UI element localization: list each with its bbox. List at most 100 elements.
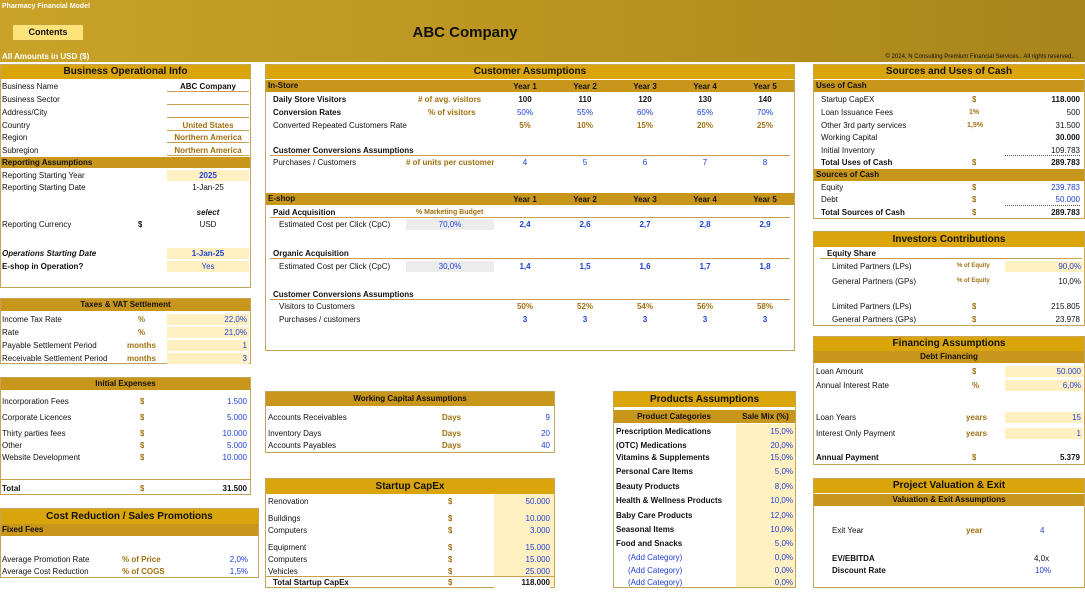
exit-year-field[interactable]: 4 bbox=[1040, 525, 1044, 536]
paid-cpc-y5[interactable]: 2,9 bbox=[743, 219, 787, 230]
purchases-y2[interactable]: 5 bbox=[563, 157, 607, 168]
vat-rate-field[interactable]: 21,0% bbox=[167, 327, 249, 338]
third-party-fees-field[interactable]: 10.000 bbox=[167, 428, 247, 439]
conversion-y4[interactable]: 65% bbox=[683, 107, 727, 118]
paid-cpc-y2[interactable]: 2,6 bbox=[563, 219, 607, 230]
paid-cpc-y1[interactable]: 2,4 bbox=[503, 219, 547, 230]
sale-mix-field[interactable]: 5,0% bbox=[736, 538, 793, 549]
repeat-rate-y2[interactable]: 10% bbox=[563, 120, 607, 131]
inventory-days-field[interactable]: 20 bbox=[500, 428, 550, 439]
sale-mix-field[interactable]: 0,0% bbox=[736, 552, 793, 563]
organic-share-field[interactable]: 30,0% bbox=[406, 261, 494, 272]
repeat-rate-y1[interactable]: 5% bbox=[503, 120, 547, 131]
repeat-rate-y5[interactable]: 25% bbox=[743, 120, 787, 131]
other-fees-field[interactable]: 5.000 bbox=[167, 440, 247, 451]
purchases-y3[interactable]: 6 bbox=[623, 157, 667, 168]
purchases-y1[interactable]: 4 bbox=[503, 157, 547, 168]
organic-cpc-y2[interactable]: 1,5 bbox=[563, 261, 607, 272]
address-field[interactable] bbox=[167, 107, 249, 118]
renovation-field[interactable]: 50.000 bbox=[494, 496, 550, 507]
loan-years-field[interactable]: 15 bbox=[1005, 412, 1083, 423]
visitors-y1[interactable]: 100 bbox=[503, 94, 547, 105]
promotion-rate-field[interactable]: 2,0% bbox=[180, 554, 248, 565]
organic-cpc-y4[interactable]: 1,7 bbox=[683, 261, 727, 272]
licences-field[interactable]: 5.000 bbox=[167, 412, 247, 423]
ev-ebitda-field[interactable]: 4,0x bbox=[1034, 553, 1049, 564]
organic-cpc-y1[interactable]: 1,4 bbox=[503, 261, 547, 272]
v2c-y2[interactable]: 52% bbox=[563, 301, 607, 312]
organic-cpc-y5[interactable]: 1,8 bbox=[743, 261, 787, 272]
interest-rate-field[interactable]: 6,0% bbox=[1005, 380, 1083, 391]
sale-mix-field[interactable]: 15,0% bbox=[736, 426, 793, 437]
paid-share-field[interactable]: 70,0% bbox=[406, 219, 494, 230]
receivable-period-field[interactable]: 3 bbox=[167, 353, 249, 364]
repeat-rate-y4[interactable]: 20% bbox=[683, 120, 727, 131]
label: Reporting Starting Date bbox=[2, 183, 86, 192]
product-category-label: Baby Care Products bbox=[616, 511, 693, 520]
subregion-field[interactable]: Northern America bbox=[167, 145, 249, 156]
contents-button[interactable]: Contents bbox=[12, 24, 84, 41]
region-field[interactable]: Northern America bbox=[167, 132, 249, 143]
eshop-purchases-y2[interactable]: 3 bbox=[563, 314, 607, 325]
equipment-field[interactable]: 15.000 bbox=[494, 542, 550, 553]
sale-mix-field[interactable]: 0,0% bbox=[736, 565, 793, 576]
paid-cpc-y4[interactable]: 2,8 bbox=[683, 219, 727, 230]
discount-rate-field[interactable]: 10% bbox=[1035, 565, 1051, 576]
eshop-purchases-y1[interactable]: 3 bbox=[503, 314, 547, 325]
unit: % of COGS bbox=[122, 567, 165, 576]
sale-mix-field[interactable]: 8,0% bbox=[736, 481, 793, 492]
conversion-y5[interactable]: 70% bbox=[743, 107, 787, 118]
payable-period-field[interactable]: 1 bbox=[167, 340, 249, 351]
eshop-purchases-y3[interactable]: 3 bbox=[623, 314, 667, 325]
sale-mix-field[interactable]: 15,0% bbox=[736, 452, 793, 463]
visitors-y2[interactable]: 110 bbox=[563, 94, 607, 105]
sale-mix-field[interactable]: 12,0% bbox=[736, 510, 793, 521]
income-tax-field[interactable]: 22,0% bbox=[167, 314, 249, 325]
section-title: Business Operational Info bbox=[1, 65, 250, 79]
v2c-y1[interactable]: 50% bbox=[503, 301, 547, 312]
v2c-y4[interactable]: 56% bbox=[683, 301, 727, 312]
organic-cpc-y3[interactable]: 1,6 bbox=[623, 261, 667, 272]
v2c-y3[interactable]: 54% bbox=[623, 301, 667, 312]
website-dev-field[interactable]: 10.000 bbox=[167, 452, 247, 463]
eshop-select[interactable]: Yes bbox=[167, 261, 249, 272]
incorporation-fees-field[interactable]: 1.500 bbox=[167, 396, 247, 407]
buildings-field[interactable]: 10.000 bbox=[494, 513, 550, 524]
eshop-purchases-y4[interactable]: 3 bbox=[683, 314, 727, 325]
conversion-y2[interactable]: 55% bbox=[563, 107, 607, 118]
business-name-field[interactable]: ABC Company bbox=[167, 81, 249, 92]
sale-mix-field[interactable]: 0,0% bbox=[736, 577, 793, 588]
payable-days-field[interactable]: 40 bbox=[500, 440, 550, 451]
sale-mix-field[interactable]: 10,0% bbox=[736, 524, 793, 535]
business-sector-field[interactable] bbox=[167, 94, 249, 105]
reporting-year-field[interactable]: 2025 bbox=[167, 170, 249, 181]
country-field[interactable]: United States bbox=[167, 120, 249, 131]
computers-field[interactable]: 3.000 bbox=[494, 525, 550, 536]
cost-reduction-field[interactable]: 1,5% bbox=[180, 566, 248, 577]
unit: % of Price bbox=[122, 555, 161, 564]
paid-cpc-y3[interactable]: 2,7 bbox=[623, 219, 667, 230]
conversion-y3[interactable]: 60% bbox=[623, 107, 667, 118]
eshop-purchases-y5[interactable]: 3 bbox=[743, 314, 787, 325]
conversion-y1[interactable]: 50% bbox=[503, 107, 547, 118]
sale-mix-field[interactable]: 20,0% bbox=[736, 440, 793, 451]
label: Loan Issuance Fees bbox=[821, 108, 894, 117]
v2c-y5[interactable]: 58% bbox=[743, 301, 787, 312]
purchases-y4[interactable]: 7 bbox=[683, 157, 727, 168]
currency-select[interactable]: USD bbox=[167, 219, 249, 230]
loan-amount-field[interactable]: 50.000 bbox=[1005, 366, 1083, 377]
interest-only-field[interactable]: 1 bbox=[1005, 428, 1083, 439]
visitors-y4[interactable]: 130 bbox=[683, 94, 727, 105]
sale-mix-field[interactable]: 10,0% bbox=[736, 495, 793, 506]
sale-mix-field[interactable]: 5,0% bbox=[736, 466, 793, 477]
receivable-days-field[interactable]: 9 bbox=[500, 412, 550, 423]
visitors-y5[interactable]: 140 bbox=[743, 94, 787, 105]
computers2-field[interactable]: 15.000 bbox=[494, 554, 550, 565]
unit: $ bbox=[972, 183, 977, 192]
purchases-y5[interactable]: 8 bbox=[743, 157, 787, 168]
visitors-y3[interactable]: 120 bbox=[623, 94, 667, 105]
lp-share-field[interactable]: 90,0% bbox=[1005, 261, 1083, 272]
label: Reporting Starting Year bbox=[2, 171, 85, 180]
repeat-rate-y3[interactable]: 15% bbox=[623, 120, 667, 131]
operations-date-field[interactable]: 1-Jan-25 bbox=[167, 248, 249, 259]
